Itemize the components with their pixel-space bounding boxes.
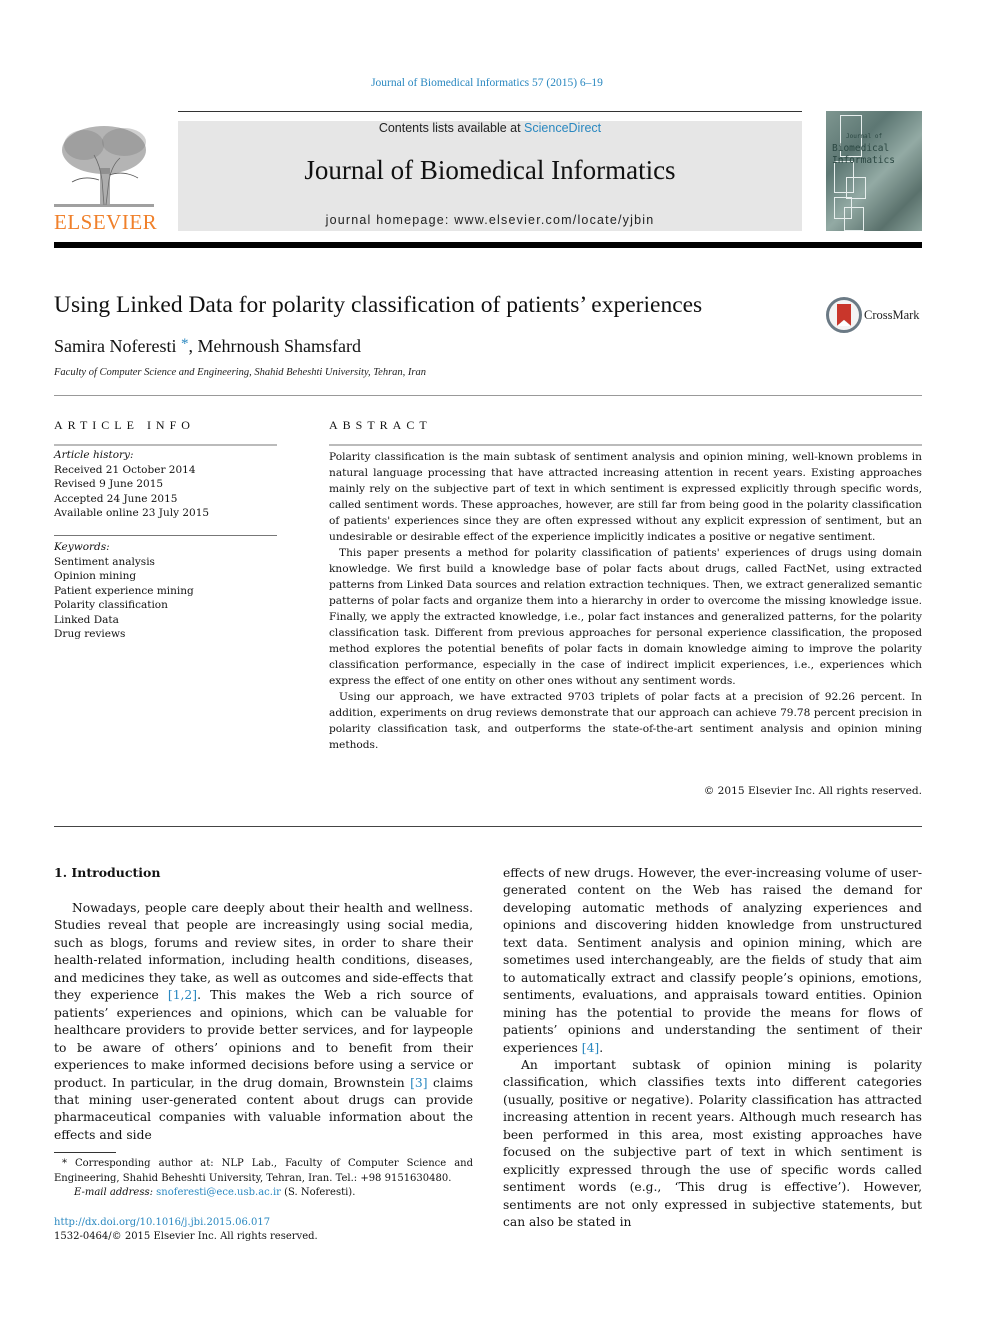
footnote: * Corresponding author at: NLP Lab., Fac… [54,1157,473,1201]
abstract-paragraph: Using our approach, we have extracted 97… [329,691,922,751]
sciencedirect-link[interactable]: ScienceDirect [524,121,601,135]
divider [54,535,277,536]
body-paragraph: effects of new drugs. However, the ever-… [503,865,922,1057]
text-run: effects of new drugs. However, the ever-… [503,866,922,1055]
keyword-item: Drug reviews [54,628,126,640]
text-run: . This makes the Web a rich source of pa… [54,988,473,1090]
citation-link[interactable]: [4] [582,1041,599,1055]
section-heading-introduction: 1. Introduction [54,865,161,880]
citation-link[interactable]: [3] [410,1076,427,1090]
homepage-link[interactable]: www.elsevier.com/locate/yjbin [454,213,654,227]
abstract-paragraph: This paper presents a method for polarit… [329,547,922,687]
body-paragraph: An important subtask of opinion mining i… [503,1057,922,1230]
history-item: Available online 23 July 2015 [54,507,210,519]
cover-title-line2: Informatics [832,155,895,166]
article-history: Article history: Received 21 October 201… [54,448,277,521]
email-suffix: (S. Noferesti). [280,1187,356,1198]
corresponding-author-note: * Corresponding author at: NLP Lab., Fac… [54,1157,473,1186]
divider [54,395,922,396]
divider [54,444,277,446]
cover-small-text: Journal of [846,133,883,140]
divider [329,444,922,446]
elsevier-wordmark: ELSEVIER [54,210,158,234]
author-name[interactable]: Mehrnoush Shamsfard [197,336,360,356]
keyword-item: Opinion mining [54,570,137,582]
citation-link[interactable]: [1,2] [168,988,197,1002]
history-item: Revised 9 June 2015 [54,478,164,490]
author-name[interactable]: Samira Noferesti [54,336,176,356]
abstract-body: Polarity classification is the main subt… [329,449,922,753]
keyword-item: Sentiment analysis [54,555,155,568]
crossmark-icon [826,297,862,333]
crossmark-label[interactable]: CrossMark [864,308,920,323]
divider [54,826,922,827]
body-column-right: effects of new drugs. However, the ever-… [503,865,922,1232]
abstract-heading: ABSTRACT [329,418,432,432]
contents-line: Contents lists available at ScienceDirec… [178,121,802,135]
header-thick-rule [54,242,922,248]
author-list: Samira Noferesti *, Mehrnoush Shamsfard [54,336,361,357]
keywords-label: Keywords: [54,541,110,553]
abstract-copyright: © 2015 Elsevier Inc. All rights reserved… [703,785,922,797]
journal-title: Journal of Biomedical Informatics [304,155,676,185]
keyword-item: Linked Data [54,613,119,626]
header-rule [178,111,802,112]
keyword-item: Patient experience mining [54,584,194,597]
footnote-rule [54,1152,116,1153]
cover-title-line1: Biomedical [832,143,890,154]
email-line: E-mail address: snoferesti@ece.usb.ac.ir… [54,1186,473,1201]
keyword-item: Polarity classification [54,599,168,611]
history-label: Article history: [54,449,134,461]
keywords: Keywords: Sentiment analysis Opinion min… [54,540,277,642]
text-run: . [599,1040,604,1055]
contents-prefix: Contents lists available at [378,121,525,135]
issn-copyright: 1532-0464/© 2015 Elsevier Inc. All right… [54,1231,318,1242]
article-title: Using Linked Data for polarity classific… [54,292,703,318]
email-label: E-mail address: [74,1187,157,1198]
homepage-prefix: journal homepage: [325,213,455,227]
footnote-text: Corresponding author at: NLP Lab., Facul… [54,1158,473,1184]
journal-cover-image[interactable]: Journal of Biomedical Informatics [826,111,922,231]
journal-reference-link[interactable]: Journal of Biomedical Informatics 57 (20… [0,77,974,89]
abstract-paragraph: Polarity classification is the main subt… [329,451,922,543]
history-item: Accepted 24 June 2015 [54,492,178,505]
doi-link[interactable]: http://dx.doi.org/10.1016/j.jbi.2015.06.… [54,1217,270,1228]
history-item: Received 21 October 2014 [54,463,196,476]
article-info-heading: ARTICLE INFO [54,418,195,432]
journal-masthead: Contents lists available at ScienceDirec… [178,121,802,231]
body-column-left: Nowadays, people care deeply about their… [54,900,473,1144]
body-paragraph: Nowadays, people care deeply about their… [54,900,473,1144]
homepage-line: journal homepage: www.elsevier.com/locat… [178,213,802,227]
affiliation: Faculty of Computer Science and Engineer… [54,367,427,378]
email-link[interactable]: snoferesti@ece.usb.ac.ir [156,1187,281,1198]
